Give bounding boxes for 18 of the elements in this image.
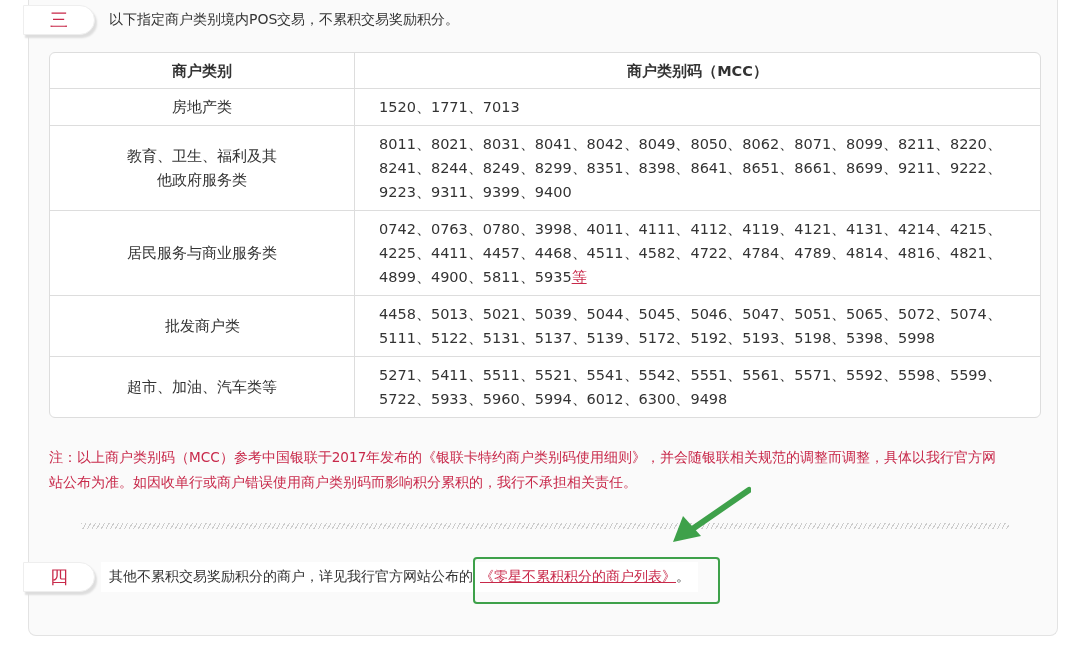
merchant-list-link[interactable]: 《零星不累积积分的商户列表》	[480, 568, 676, 584]
note-text: 注：以上商户类别码（MCC）参考中国银联于2017年发布的《银联卡特约商户类别码使用细则》，并会随银联相关规范的调整而调整，具体以我行官方网站公布为准。如因收单行或商户错误使用商户类别码而影响积分累积的，我行不承担相关责任。	[49, 448, 998, 492]
table-cell-text: 5271、5411、5511、5521、5541、5542、5551、5561、5571、5592、5598、5599、5722、5933、5960、5994、6012、6300、9498	[379, 366, 1003, 409]
more-link[interactable]: 等	[571, 269, 587, 285]
table-cell-text: 超市、加油、汽车类等	[127, 378, 277, 397]
table-cell-text: 8011、8021、8031、8041、8042、8049、8050、8062、8071、8099、8211、8220、8241、8244、8249、8299、8351、8398、8641、8651、8661、8699、9211、9222、9223、9311、9399、9400	[379, 135, 1003, 202]
table-cell-text: 教育、卫生、福利及其他政府服务类	[126, 147, 278, 190]
section-number: 三	[23, 5, 95, 35]
table-cell-text: 批发商户类	[164, 317, 240, 336]
table-cell-text: 0742、0763、0780、3998、4011、4111、4112、4119、4121、4131、4214、4215、4225、4411、4457、4468、4511、4582、4722、4784、4789、4814、4816、4821、4899、4900、5811、5935等	[379, 220, 1003, 287]
section-text: 以下指定商户类别境内POS交易，不累积交易奖励积分。	[109, 11, 460, 29]
column-header: 商户类别码（MCC）	[626, 61, 769, 81]
column-header: 商户类别	[50, 53, 355, 88]
table-cell-text: 4458、5013、5021、5039、5044、5045、5046、5047、5051、5065、5072、5074、5111、5122、5131、5137、5139、5172、5192、5193、5198、5398、5998	[379, 305, 1003, 348]
table-cell-text: 1520、1771、7013	[379, 98, 520, 117]
table-cell-text: 房地产类	[172, 98, 232, 117]
table-cell-text: 居民服务与商业服务类	[127, 244, 277, 263]
section-number: 四	[23, 562, 95, 592]
